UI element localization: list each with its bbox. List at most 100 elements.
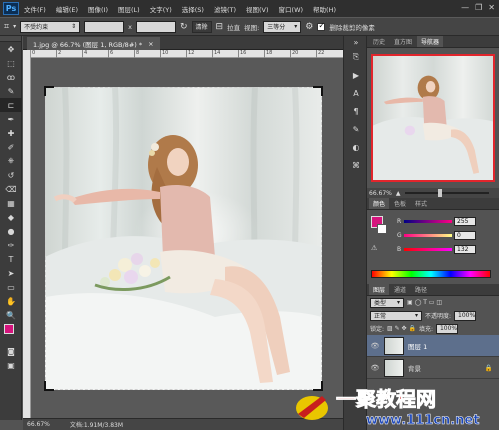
blend-mode-select[interactable]: 正常 ▾ bbox=[370, 310, 422, 321]
menu-filter[interactable]: 滤镜(T) bbox=[209, 4, 241, 14]
horizontal-ruler[interactable]: 0 2 4 6 8 10 12 14 16 18 20 22 bbox=[30, 50, 343, 58]
swap-label[interactable]: x bbox=[128, 23, 132, 31]
fill-field[interactable]: 100% bbox=[435, 323, 458, 334]
marquee-icon[interactable]: ⬚ bbox=[0, 56, 22, 70]
gear-icon[interactable]: ⚙ bbox=[305, 22, 313, 32]
quick-select-icon[interactable]: ✎ bbox=[0, 84, 22, 98]
path-select-icon[interactable]: ➤ bbox=[0, 266, 22, 280]
layer-row-background[interactable]: 👁 背景 🔒 bbox=[367, 357, 499, 379]
tab-swatches[interactable]: 色板 bbox=[390, 198, 410, 209]
tab-history[interactable]: 历史 bbox=[369, 36, 389, 47]
shape-icon[interactable]: ▭ bbox=[0, 280, 22, 294]
navigator-zoom-value[interactable]: 66.67% bbox=[369, 190, 392, 197]
screen-mode-icon[interactable]: ▣ bbox=[0, 358, 22, 372]
layer-row-layer1[interactable]: 👁 图层 1 bbox=[367, 335, 499, 357]
straighten-icon[interactable]: ⊟ bbox=[216, 22, 224, 32]
gradient-icon[interactable]: ▦ bbox=[0, 196, 22, 210]
ratio-select[interactable]: 不受约束 ⇕ bbox=[20, 20, 81, 33]
color-panel-background-swatch[interactable] bbox=[377, 224, 387, 234]
brush-icon[interactable]: ✐ bbox=[0, 140, 22, 154]
eye-icon[interactable]: 👁 bbox=[370, 364, 380, 372]
zoom-level[interactable]: 66.67% bbox=[27, 421, 50, 428]
warning-icon[interactable]: ⚠ bbox=[371, 244, 377, 252]
blue-value-field[interactable]: 132 bbox=[454, 244, 476, 254]
foreground-color-swatch[interactable] bbox=[4, 324, 14, 334]
menu-help[interactable]: 帮助(H) bbox=[308, 4, 341, 14]
blur-icon[interactable]: ◆ bbox=[0, 210, 22, 224]
menu-image[interactable]: 图像(I) bbox=[83, 4, 113, 14]
chevron-down-icon[interactable]: ▾ bbox=[13, 23, 16, 30]
history-brush-icon[interactable]: ↺ bbox=[0, 168, 22, 182]
tab-navigator[interactable]: 导航器 bbox=[417, 36, 444, 47]
delete-cropped-checkbox[interactable] bbox=[317, 21, 326, 31]
menu-layer[interactable]: 图层(L) bbox=[113, 4, 145, 14]
layer-kind-select[interactable]: 类型 ▾ bbox=[370, 297, 404, 308]
lasso-icon[interactable]: ꝏ bbox=[0, 70, 22, 84]
menu-edit[interactable]: 编辑(E) bbox=[51, 4, 83, 14]
eyedropper-icon[interactable]: ✒ bbox=[0, 112, 22, 126]
clone-stamp-icon[interactable]: ⎈ bbox=[0, 154, 22, 168]
menu-file[interactable]: 文件(F) bbox=[19, 4, 51, 14]
quick-mask-icon[interactable]: ◙ bbox=[0, 344, 22, 358]
move-icon[interactable]: ✥ bbox=[0, 42, 22, 56]
pen-icon[interactable]: ✑ bbox=[0, 238, 22, 252]
clear-button[interactable]: 清除 bbox=[191, 20, 212, 33]
crop-handle-top-left[interactable] bbox=[44, 86, 54, 96]
zoom-out-icon[interactable]: ▲ bbox=[396, 190, 401, 197]
styles-panel-icon[interactable]: ⌘ bbox=[344, 156, 368, 174]
tab-channels[interactable]: 通道 bbox=[390, 284, 410, 295]
crop-handle-top-right[interactable] bbox=[313, 86, 323, 96]
character-panel-icon[interactable]: A bbox=[344, 84, 368, 102]
type-icon[interactable]: T bbox=[0, 252, 22, 266]
menu-view[interactable]: 视图(V) bbox=[241, 4, 274, 14]
restore-icon[interactable]: ❐ bbox=[475, 3, 482, 12]
menu-type[interactable]: 文字(Y) bbox=[145, 4, 177, 14]
healing-icon[interactable]: ✚ bbox=[0, 126, 22, 140]
document-tab[interactable]: 1.jpg @ 66.7% (图层 1, RGB/8#) * × bbox=[27, 37, 160, 50]
history-panel-icon[interactable]: ⎘ bbox=[344, 48, 368, 66]
actions-panel-icon[interactable]: ▶ bbox=[344, 66, 368, 84]
crop-handle-bottom-left[interactable] bbox=[44, 381, 54, 391]
zoom-slider[interactable] bbox=[404, 189, 489, 197]
minimize-icon[interactable]: — bbox=[461, 3, 469, 12]
document-size[interactable]: 文档:1.91M/3.83M bbox=[70, 420, 123, 429]
tab-histogram[interactable]: 直方图 bbox=[390, 36, 416, 47]
menu-select[interactable]: 选择(S) bbox=[177, 4, 209, 14]
eraser-icon[interactable]: ⌫ bbox=[0, 182, 22, 196]
crop-box[interactable] bbox=[44, 86, 323, 391]
red-slider[interactable] bbox=[404, 219, 452, 223]
color-spectrum[interactable] bbox=[371, 270, 491, 278]
width-field[interactable] bbox=[84, 20, 125, 33]
blue-slider[interactable] bbox=[404, 247, 452, 251]
view-select[interactable]: 三等分 ▾ bbox=[263, 20, 302, 33]
zoom-icon[interactable]: 🔍 bbox=[0, 308, 22, 322]
tab-color[interactable]: 颜色 bbox=[369, 198, 390, 209]
straighten-label[interactable]: 拉直 bbox=[227, 22, 240, 32]
red-value-field[interactable]: 255 bbox=[454, 216, 476, 226]
lock-icons[interactable]: ▨ ✎ ✥ 🔒 bbox=[387, 325, 416, 332]
crop-icon[interactable]: ⊏ bbox=[0, 98, 22, 112]
eye-icon[interactable]: 👁 bbox=[370, 342, 380, 350]
tab-paths[interactable]: 路径 bbox=[411, 284, 431, 295]
paragraph-panel-icon[interactable]: ¶ bbox=[344, 102, 368, 120]
hand-icon[interactable]: ✋ bbox=[0, 294, 22, 308]
adjustments-panel-icon[interactable]: ◐ bbox=[344, 138, 368, 156]
close-icon[interactable]: ✕ bbox=[488, 3, 495, 12]
vertical-ruler[interactable] bbox=[23, 50, 31, 418]
close-tab-icon[interactable]: × bbox=[148, 40, 153, 48]
rotate-icon[interactable]: ↻ bbox=[180, 22, 188, 32]
tab-styles[interactable]: 样式 bbox=[411, 198, 431, 209]
menu-window[interactable]: 窗口(W) bbox=[274, 4, 309, 14]
brush-panel-icon[interactable]: ✎ bbox=[344, 120, 368, 138]
opacity-field[interactable]: 100% bbox=[454, 310, 477, 321]
green-value-field[interactable]: 0 bbox=[454, 230, 476, 240]
height-field[interactable] bbox=[135, 20, 176, 33]
navigator-preview[interactable] bbox=[371, 54, 495, 182]
crop-tool-icon[interactable]: ⌗ bbox=[4, 22, 9, 32]
tab-layers[interactable]: 图层 bbox=[369, 284, 390, 295]
color-swatches[interactable] bbox=[0, 322, 21, 344]
dodge-icon[interactable]: ● bbox=[0, 224, 22, 238]
green-slider[interactable] bbox=[404, 233, 452, 237]
panel-grip[interactable]: » bbox=[344, 36, 368, 48]
filter-icons[interactable]: ▣ ◯ T ▭ ◫ bbox=[407, 299, 442, 306]
